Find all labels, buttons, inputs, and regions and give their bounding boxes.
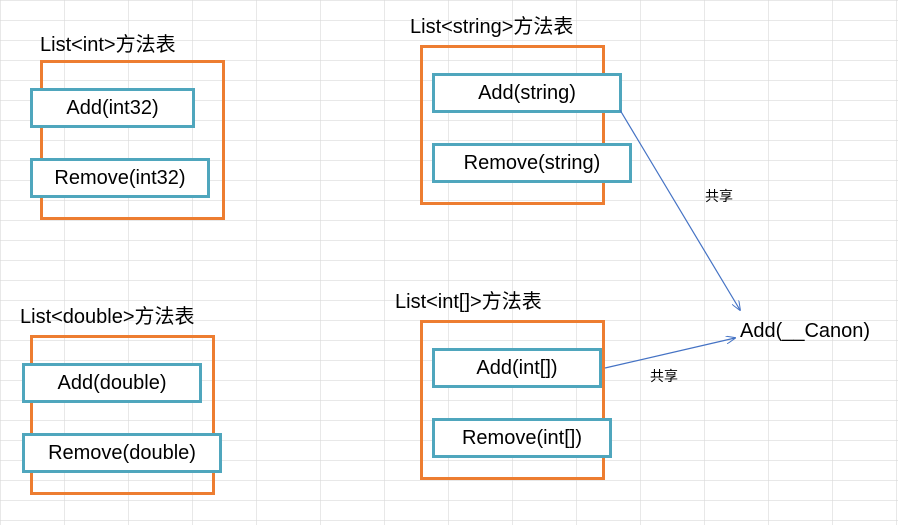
method-remove-intarr: Remove(int[]): [432, 418, 612, 458]
method-remove-string: Remove(string): [432, 143, 632, 183]
method-remove-double: Remove(double): [22, 433, 222, 473]
canon-target: Add(__Canon): [740, 320, 870, 343]
title-list-int: List<int>方法表: [40, 28, 176, 57]
title-list-string: List<string>方法表: [410, 10, 573, 39]
method-add-double: Add(double): [22, 363, 202, 403]
method-remove-int: Remove(int32): [30, 158, 210, 198]
method-add-intarr: Add(int[]): [432, 348, 602, 388]
method-add-int: Add(int32): [30, 88, 195, 128]
share-label-1: 共享: [705, 186, 733, 206]
share-label-2: 共享: [650, 366, 678, 386]
title-list-intarr: List<int[]>方法表: [395, 285, 542, 314]
method-add-string: Add(string): [432, 73, 622, 113]
title-list-double: List<double>方法表: [20, 300, 195, 329]
